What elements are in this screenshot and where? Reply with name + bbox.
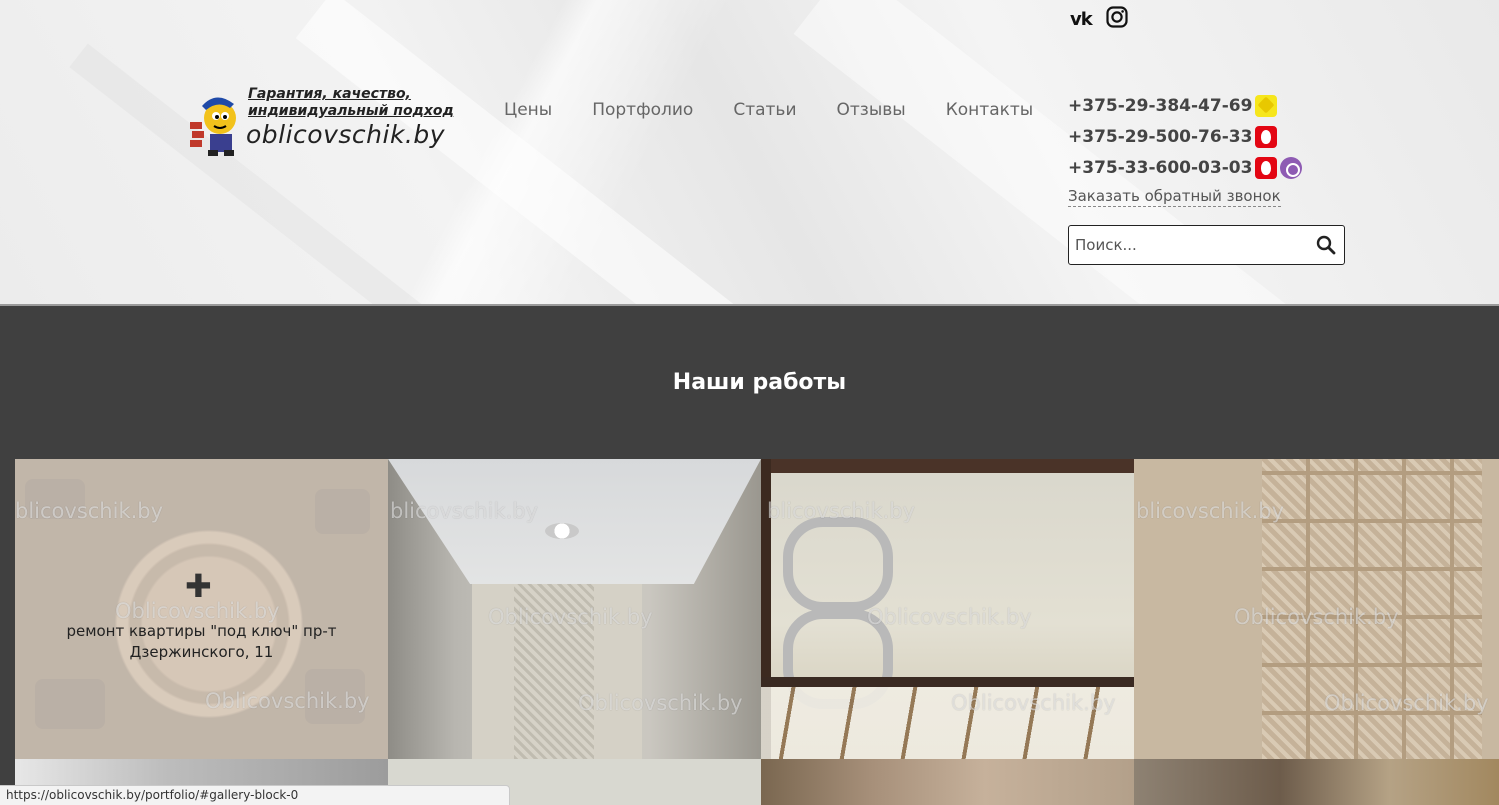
- logo-tagline-line: индивидуальный подход: [248, 103, 454, 119]
- logo-tagline-line: Гарантия, качество,: [248, 86, 411, 102]
- watermark: blicovschik.by: [767, 499, 916, 523]
- watermark: Oblicovschik.by: [867, 605, 1032, 629]
- watermark: blicovschik.by: [15, 499, 164, 523]
- search-input[interactable]: [1075, 234, 1305, 256]
- watermark: Oblicovschik.by: [951, 691, 1116, 715]
- search-box: [1068, 225, 1345, 265]
- nav-item-articles[interactable]: Статьи: [733, 100, 796, 120]
- callback-link[interactable]: Заказать обратный звонок: [1068, 187, 1281, 207]
- site-logo[interactable]: Гарантия, качество, индивидуальный подхо…: [188, 84, 458, 162]
- gallery-item[interactable]: [761, 759, 1134, 805]
- phone-number[interactable]: +375-33-600-03-03: [1068, 158, 1252, 178]
- phone-number[interactable]: +375-29-500-76-33: [1068, 127, 1252, 147]
- nav-item-reviews[interactable]: Отзывы: [837, 100, 906, 120]
- logo-site-name: oblicovschik.by: [246, 120, 446, 149]
- gallery-item[interactable]: [1134, 759, 1499, 805]
- nav-item-contacts[interactable]: Контакты: [946, 100, 1034, 120]
- phone-row: +375-29-384-47-69: [1068, 90, 1302, 121]
- tile-texture: [761, 459, 1134, 473]
- watermark: blicovschik.by: [1136, 499, 1285, 523]
- watermark: Oblicovschik.by: [1324, 691, 1489, 715]
- search-icon[interactable]: [1316, 235, 1336, 259]
- gallery-item[interactable]: blicovschik.by Oblicovschik.by Oblicovsc…: [388, 459, 761, 759]
- phone-number[interactable]: +375-29-384-47-69: [1068, 96, 1252, 116]
- section-title: Наши работы: [672, 370, 847, 395]
- nav-item-portfolio[interactable]: Портфолио: [592, 100, 693, 120]
- phone-row: +375-29-500-76-33: [1068, 121, 1302, 152]
- watermark: Oblicovschik.by: [205, 689, 370, 713]
- lamp-icon: [545, 523, 579, 539]
- watermark: Oblicovschik.by: [1234, 605, 1399, 629]
- portfolio-gallery: blicovschik.by Oblicovschik.by Oblicovsc…: [15, 459, 1499, 805]
- gallery-item[interactable]: blicovschik.by Oblicovschik.by Oblicovsc…: [761, 459, 1134, 759]
- mts-operator-icon: [1255, 125, 1278, 148]
- watermark: Oblicovschik.by: [578, 691, 743, 715]
- gallery-caption: ремонт квартиры "под ключ" пр-т Дзержинс…: [66, 622, 337, 661]
- site-header: Гарантия, качество, индивидуальный подхо…: [0, 0, 1499, 306]
- social-links: vk: [1070, 6, 1128, 32]
- mts-operator-icon: [1255, 156, 1278, 179]
- nav-item-prices[interactable]: Цены: [504, 100, 552, 120]
- tile-texture: [761, 677, 1134, 687]
- life-operator-icon: [1255, 94, 1278, 117]
- plus-icon: ✚: [185, 567, 212, 605]
- towel-rail: [783, 517, 893, 612]
- vk-icon[interactable]: vk: [1070, 9, 1093, 30]
- instagram-icon[interactable]: [1106, 6, 1128, 32]
- logo-tagline: Гарантия, качество, индивидуальный подхо…: [248, 86, 454, 120]
- main-nav: Цены Портфолио Статьи Отзывы Контакты: [484, 100, 1053, 120]
- gallery-item[interactable]: blicovschik.by Oblicovschik.by Oblicovsc…: [1134, 459, 1499, 759]
- mascot-icon: [190, 97, 236, 156]
- viber-icon: [1280, 156, 1303, 179]
- phone-row: +375-33-600-03-03: [1068, 152, 1303, 183]
- watermark: Oblicovschik.by: [488, 605, 653, 629]
- watermark: blicovschik.by: [390, 499, 539, 523]
- phone-list: +375-29-384-47-69 +375-29-500-76-33 +375…: [1068, 90, 1303, 207]
- browser-status-bar: https://oblicovschik.by/portfolio/#galle…: [0, 785, 510, 805]
- gallery-item[interactable]: blicovschik.by Oblicovschik.by Oblicovsc…: [15, 459, 388, 759]
